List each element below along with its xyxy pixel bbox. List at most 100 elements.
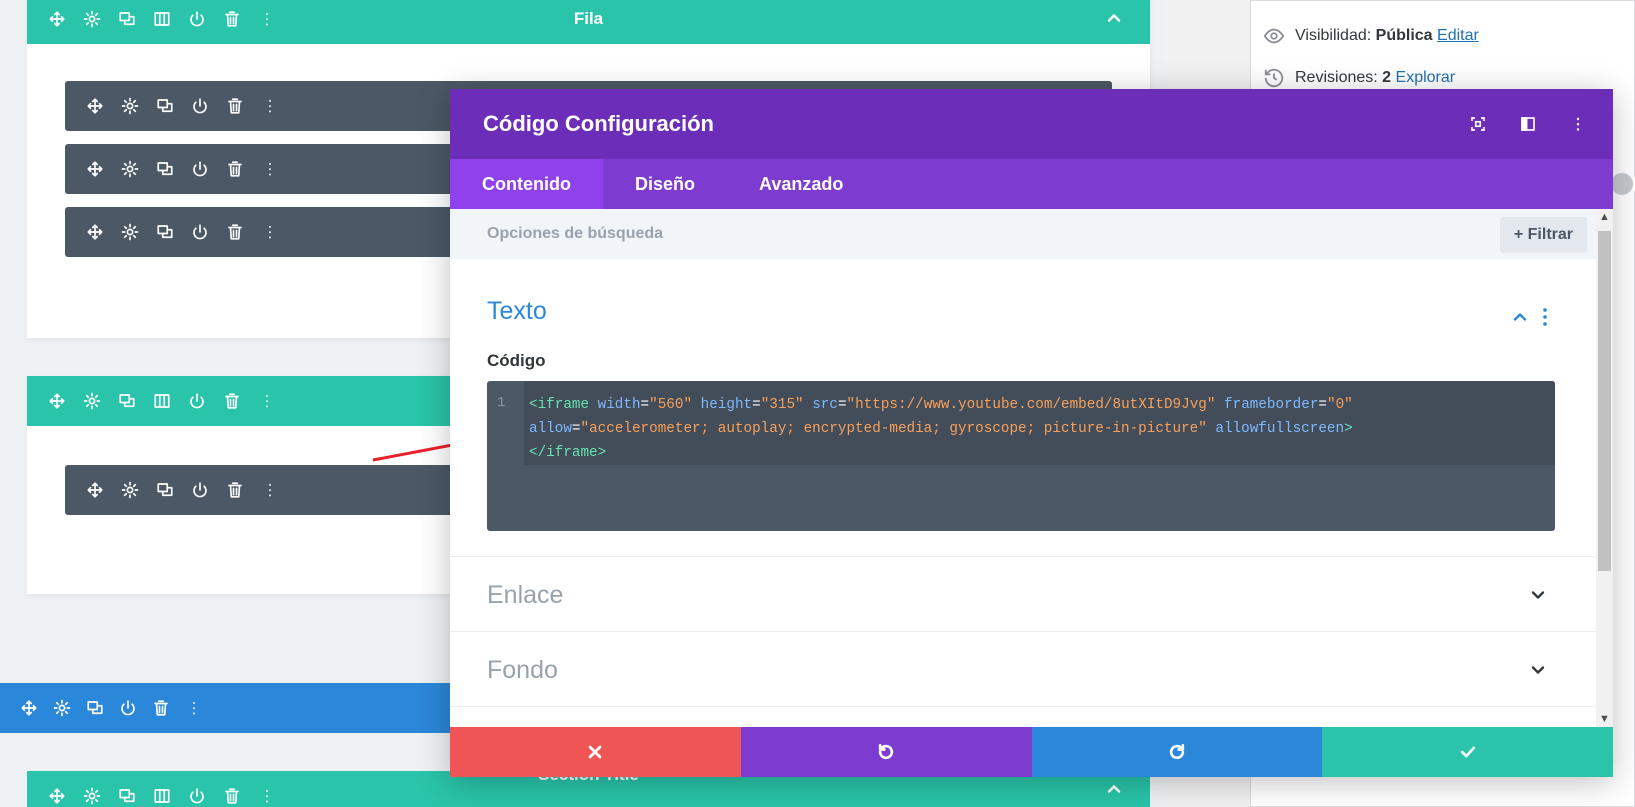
power-icon[interactable] — [182, 465, 217, 515]
power-icon[interactable] — [182, 81, 217, 131]
section-texto: Texto Código 1 <iframe width="560" heigh… — [450, 259, 1596, 557]
columns-icon[interactable] — [144, 771, 179, 807]
duplicate-icon[interactable] — [109, 771, 144, 807]
code-content[interactable]: <iframe width="560" height="315" src="ht… — [529, 393, 1539, 465]
power-icon[interactable] — [182, 207, 217, 257]
row-toolbar-fila[interactable]: Fila — [27, 0, 1150, 44]
more-icon[interactable] — [252, 144, 287, 194]
code-token: frameborder — [1215, 397, 1319, 413]
module-tools — [65, 465, 287, 515]
redo-button[interactable] — [1031, 727, 1323, 777]
revisions-label: Revisiones: — [1295, 69, 1378, 86]
move-icon[interactable] — [77, 144, 112, 194]
trash-icon[interactable] — [217, 207, 252, 257]
more-options-icon[interactable] — [1563, 109, 1593, 139]
visibility-edit-link[interactable]: Editar — [1437, 27, 1479, 44]
duplicate-icon[interactable] — [78, 683, 111, 733]
modal-scrollbar[interactable]: ▲ ▼ — [1596, 209, 1613, 727]
move-icon[interactable] — [39, 0, 74, 44]
gear-icon[interactable] — [112, 465, 147, 515]
move-icon[interactable] — [77, 465, 112, 515]
chevron-up-icon[interactable] — [1510, 307, 1530, 327]
more-icon[interactable] — [252, 81, 287, 131]
revisions-explore-link[interactable]: Explorar — [1396, 69, 1456, 86]
split-view-icon[interactable] — [1513, 109, 1543, 139]
chevron-up-icon[interactable] — [1104, 8, 1124, 28]
section-enlace-title[interactable]: Enlace — [487, 581, 563, 610]
revisions-count: 2 — [1382, 69, 1392, 86]
trash-icon[interactable] — [214, 771, 249, 807]
code-token: </iframe> — [529, 445, 607, 461]
fullscreen-icon[interactable] — [1463, 109, 1493, 139]
trash-icon[interactable] — [214, 0, 249, 44]
module-tools — [65, 144, 287, 194]
section-enlace[interactable]: Enlace — [450, 557, 1596, 632]
trash-icon[interactable] — [217, 144, 252, 194]
filter-button[interactable]: + Filtrar — [1499, 217, 1587, 253]
save-button[interactable] — [1322, 727, 1613, 777]
more-icon[interactable] — [252, 465, 287, 515]
more-icon[interactable] — [249, 0, 284, 44]
duplicate-icon[interactable] — [147, 81, 182, 131]
scroll-thumb[interactable] — [1598, 231, 1611, 571]
power-icon[interactable] — [179, 0, 214, 44]
chevron-down-icon[interactable] — [1528, 660, 1548, 680]
chevron-up-icon[interactable] — [1104, 779, 1124, 799]
power-icon[interactable] — [179, 376, 214, 426]
duplicate-icon[interactable] — [147, 207, 182, 257]
section-fondo-title[interactable]: Fondo — [487, 656, 558, 685]
tab-contenido[interactable]: Contenido — [450, 159, 603, 209]
gear-icon[interactable] — [45, 683, 78, 733]
line-number: 1 — [497, 395, 506, 411]
columns-icon[interactable] — [144, 0, 179, 44]
scroll-up-arrow[interactable]: ▲ — [1599, 211, 1610, 223]
trash-icon[interactable] — [214, 376, 249, 426]
visibility-value: Pública — [1375, 27, 1433, 44]
more-icon[interactable] — [177, 683, 210, 733]
gear-icon[interactable] — [112, 144, 147, 194]
section-texto-title[interactable]: Texto — [487, 297, 547, 326]
more-icon[interactable] — [249, 771, 284, 807]
visibility-row: Visibilidad: Pública Editar — [1263, 25, 1479, 47]
gear-icon[interactable] — [74, 0, 109, 44]
duplicate-icon[interactable] — [147, 465, 182, 515]
move-icon[interactable] — [77, 81, 112, 131]
duplicate-icon[interactable] — [109, 376, 144, 426]
code-settings-modal: Código Configuración Contenido Diseño Av… — [450, 89, 1613, 777]
columns-icon[interactable] — [144, 376, 179, 426]
gear-icon[interactable] — [112, 81, 147, 131]
tab-avanzado[interactable]: Avanzado — [727, 159, 875, 209]
scroll-down-arrow[interactable]: ▼ — [1599, 713, 1610, 725]
move-icon[interactable] — [39, 771, 74, 807]
power-icon[interactable] — [179, 771, 214, 807]
modal-tabs: Contenido Diseño Avanzado — [450, 159, 1613, 209]
undo-button[interactable] — [740, 727, 1032, 777]
cancel-button[interactable] — [450, 727, 741, 777]
code-token: allowfullscreen — [1206, 421, 1345, 437]
revisions-row: Revisiones: 2 Explorar — [1263, 67, 1455, 89]
gear-icon[interactable] — [74, 771, 109, 807]
duplicate-icon[interactable] — [147, 144, 182, 194]
code-editor[interactable]: 1 <iframe width="560" height="315" src="… — [487, 381, 1555, 531]
tab-diseno[interactable]: Diseño — [603, 159, 727, 209]
move-icon[interactable] — [39, 376, 74, 426]
move-icon[interactable] — [12, 683, 45, 733]
move-icon[interactable] — [77, 207, 112, 257]
history-icon — [1264, 68, 1284, 88]
trash-icon[interactable] — [217, 81, 252, 131]
power-icon[interactable] — [182, 144, 217, 194]
more-icon[interactable] — [252, 207, 287, 257]
gear-icon[interactable] — [74, 376, 109, 426]
more-icon[interactable] — [249, 376, 284, 426]
gear-icon[interactable] — [112, 207, 147, 257]
code-token: <iframe — [529, 397, 590, 413]
duplicate-icon[interactable] — [109, 0, 144, 44]
options-search-input[interactable] — [487, 225, 1087, 243]
section-more-icon[interactable] — [1542, 307, 1548, 327]
code-token: "https://www.youtube.com/embed/8utXItD9J… — [846, 397, 1216, 413]
trash-icon[interactable] — [217, 465, 252, 515]
chevron-down-icon[interactable] — [1528, 585, 1548, 605]
power-icon[interactable] — [111, 683, 144, 733]
section-fondo[interactable]: Fondo — [450, 632, 1596, 707]
trash-icon[interactable] — [144, 683, 177, 733]
